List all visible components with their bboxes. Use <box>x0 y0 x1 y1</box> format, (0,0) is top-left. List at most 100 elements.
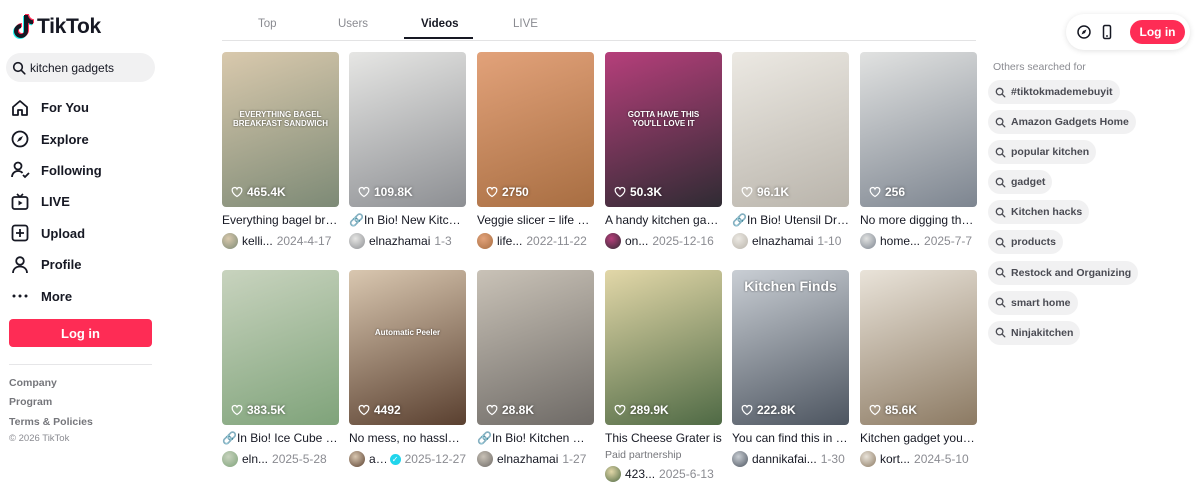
avatar[interactable] <box>732 233 748 249</box>
nav-item-explore[interactable]: Explore <box>10 123 102 154</box>
search-input[interactable] <box>30 60 150 75</box>
video-card[interactable]: 289.9K This Cheese Grater is Paid partners… <box>605 270 722 482</box>
video-card[interactable]: 109.8K 🔗In Bio! New Kitchen gadget elnazha… <box>349 52 466 249</box>
search-suggestion-chip[interactable]: Ninjakitchen <box>988 320 1081 345</box>
video-author-row[interactable]: dannikafai... 1-30 <box>732 451 849 467</box>
footer-link-program[interactable]: Program <box>9 396 93 415</box>
video-thumbnail[interactable]: 256 <box>860 52 977 207</box>
search-suggestion-chip[interactable]: gadget <box>988 170 1053 195</box>
video-thumbnail[interactable]: Automatic Peeler 4492 <box>349 270 466 425</box>
author-name[interactable]: dannikafai... <box>752 452 817 466</box>
video-card[interactable]: 28.8K 🔗In Bio! Kitchen Must have elnazhama… <box>477 270 594 467</box>
search-suggestion-chip[interactable]: smart home <box>988 290 1078 315</box>
video-author-row[interactable]: elnazhamai 1-27 <box>477 451 594 467</box>
nav-item-live[interactable]: LIVE <box>10 186 102 217</box>
author-name[interactable]: kelli... <box>242 234 273 248</box>
nav-item-for-you[interactable]: For You <box>10 92 102 123</box>
video-thumbnail[interactable]: 289.9K <box>605 270 722 425</box>
search-suggestion-chip[interactable]: #tiktokmademebuyit <box>988 80 1120 104</box>
mobile-icon[interactable] <box>1099 24 1115 40</box>
author-name[interactable]: elnazhamai <box>369 234 430 248</box>
author-name[interactable]: kort... <box>880 452 910 466</box>
footer-link-company[interactable]: Company <box>9 377 93 396</box>
avatar[interactable] <box>477 451 493 467</box>
video-caption[interactable]: This Cheese Grater is <box>605 431 722 446</box>
video-author-row[interactable]: kelli... 2024-4-17 <box>222 233 339 249</box>
video-card[interactable]: 96.1K 🔗In Bio! Utensil Drying Rack elnazha… <box>732 52 849 249</box>
video-card[interactable]: 2750 Veggie slicer = life changer life... 2… <box>477 52 594 249</box>
video-thumbnail[interactable]: 28.8K <box>477 270 594 425</box>
author-name[interactable]: eln... <box>242 452 268 466</box>
author-name[interactable]: elnazhamai <box>497 452 558 466</box>
avatar[interactable] <box>222 233 238 249</box>
author-name[interactable]: elnazhamai <box>752 234 813 248</box>
author-name[interactable]: life... <box>497 234 522 248</box>
tab-users[interactable]: Users <box>338 18 368 30</box>
video-card[interactable]: 383.5K 🔗In Bio! Ice Cube Maker eln... 2025-… <box>222 270 339 467</box>
nav-item-more[interactable]: More <box>10 280 102 311</box>
video-card[interactable]: 256 No more digging through home... 2025-7-… <box>860 52 977 249</box>
nav-item-upload[interactable]: Upload <box>10 218 102 249</box>
avatar[interactable] <box>349 233 365 249</box>
video-thumbnail[interactable]: EVERYTHING BAGEL BREAKFAST SANDWICH 465.4… <box>222 52 339 207</box>
avatar[interactable] <box>222 451 238 467</box>
avatar[interactable] <box>732 451 748 467</box>
video-thumbnail[interactable]: 85.6K <box>860 270 977 425</box>
video-caption[interactable]: A handy kitchen gadget <box>605 213 722 228</box>
avatar[interactable] <box>860 233 876 249</box>
avatar[interactable] <box>349 451 365 467</box>
compass-icon[interactable] <box>1076 24 1092 40</box>
avatar[interactable] <box>860 451 876 467</box>
video-author-row[interactable]: life... 2022-11-22 <box>477 233 594 249</box>
sidebar-login-button[interactable]: Log in <box>9 319 152 347</box>
video-card[interactable]: Automatic Peeler 4492 No mess, no hassle, … <box>349 270 466 467</box>
video-thumbnail[interactable]: GOTTA HAVE THIS YOU'LL LOVE IT 50.3K <box>605 52 722 207</box>
video-caption[interactable]: Veggie slicer = life changer <box>477 213 594 228</box>
avatar[interactable] <box>605 233 621 249</box>
video-author-row[interactable]: on... 2025-12-16 <box>605 233 722 249</box>
nav-item-profile[interactable]: Profile <box>10 249 102 280</box>
video-thumbnail[interactable]: 2750 <box>477 52 594 207</box>
avatar[interactable] <box>477 233 493 249</box>
video-caption[interactable]: No mess, no hassle, just <box>349 431 466 446</box>
video-caption[interactable]: Everything bagel breakfast sandwich <box>222 213 339 228</box>
video-card[interactable]: Kitchen Finds 222.8K You can find this in … <box>732 270 849 467</box>
video-caption[interactable]: You can find this in the <box>732 431 849 446</box>
video-thumbnail[interactable]: 383.5K <box>222 270 339 425</box>
video-author-row[interactable]: elnazhamai 1-3 <box>349 233 466 249</box>
video-caption[interactable]: No more digging through <box>860 213 977 228</box>
header-login-button[interactable]: Log in <box>1130 20 1185 44</box>
search-suggestion-chip[interactable]: Kitchen hacks <box>988 200 1090 225</box>
video-thumbnail[interactable]: 96.1K <box>732 52 849 207</box>
footer-link-terms[interactable]: Terms & Policies <box>9 416 93 435</box>
search-icon[interactable] <box>12 61 26 75</box>
author-name[interactable]: a... <box>369 452 386 466</box>
tab-videos[interactable]: Videos <box>421 18 459 30</box>
search-suggestion-chip[interactable]: Restock and Organizing <box>988 260 1139 285</box>
video-author-row[interactable]: 423... 2025-6-13 <box>605 466 722 482</box>
tiktok-logo[interactable]: TikTok <box>12 14 101 40</box>
video-card[interactable]: GOTTA HAVE THIS YOU'LL LOVE IT 50.3K A han… <box>605 52 722 249</box>
video-author-row[interactable]: home... 2025-7-7 <box>860 233 977 249</box>
video-caption[interactable]: 🔗In Bio! Ice Cube Maker <box>222 431 339 446</box>
video-caption[interactable]: 🔗In Bio! Utensil Drying Rack <box>732 213 849 228</box>
video-thumbnail[interactable]: Kitchen Finds 222.8K <box>732 270 849 425</box>
search-suggestion-chip[interactable]: Amazon Gadgets Home <box>988 110 1136 135</box>
tab-top[interactable]: Top <box>258 18 277 30</box>
video-caption[interactable]: 🔗In Bio! New Kitchen gadget <box>349 213 466 228</box>
author-name[interactable]: home... <box>880 234 920 248</box>
search-suggestion-chip[interactable]: popular kitchen <box>988 140 1097 165</box>
video-card[interactable]: 85.6K Kitchen gadget you need kort... 2024-… <box>860 270 977 467</box>
author-name[interactable]: on... <box>625 234 648 248</box>
avatar[interactable] <box>605 466 621 482</box>
video-card[interactable]: EVERYTHING BAGEL BREAKFAST SANDWICH 465.4… <box>222 52 339 249</box>
tab-live[interactable]: LIVE <box>513 18 538 30</box>
nav-item-following[interactable]: Following <box>10 155 102 186</box>
video-caption[interactable]: Kitchen gadget you need <box>860 431 977 446</box>
video-author-row[interactable]: a... ✓ 2025-12-27 <box>349 451 466 467</box>
video-caption[interactable]: 🔗In Bio! Kitchen Must have <box>477 431 594 446</box>
video-thumbnail[interactable]: 109.8K <box>349 52 466 207</box>
video-author-row[interactable]: kort... 2024-5-10 <box>860 451 977 467</box>
video-author-row[interactable]: eln... 2025-5-28 <box>222 451 339 467</box>
video-author-row[interactable]: elnazhamai 1-10 <box>732 233 849 249</box>
